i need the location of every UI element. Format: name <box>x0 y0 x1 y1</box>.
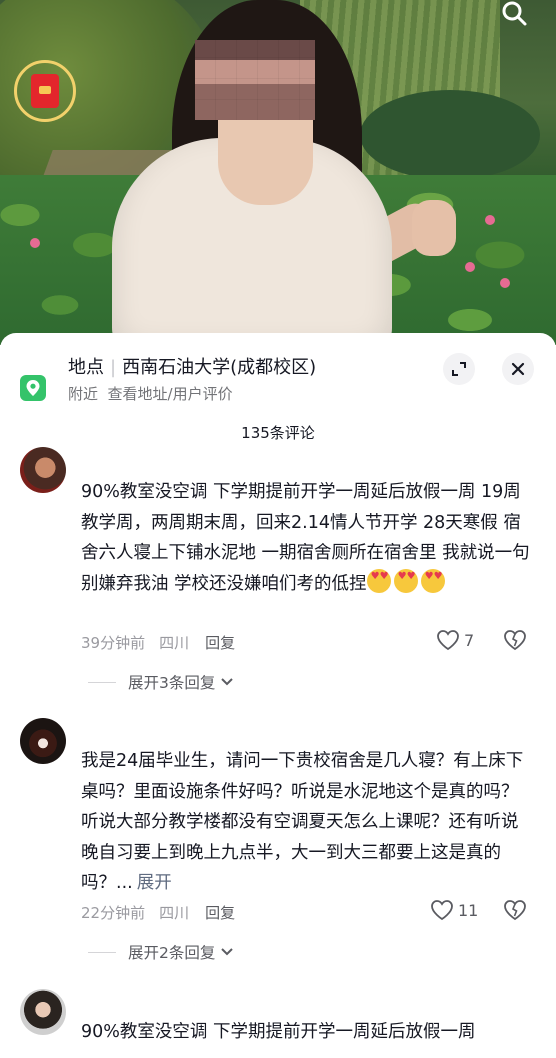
like-count: 11 <box>458 900 479 920</box>
comment-count: 135条评论 <box>241 424 315 442</box>
lotus-flower <box>30 238 40 248</box>
like-button[interactable]: 7 <box>436 629 474 651</box>
close-button[interactable] <box>502 353 534 385</box>
dislike-button[interactable] <box>503 629 527 655</box>
close-icon <box>511 362 525 376</box>
reply-button[interactable]: 回复 <box>205 634 235 652</box>
broken-heart-icon <box>504 630 526 651</box>
avatar[interactable] <box>20 718 66 764</box>
comment-region: 四川 <box>159 634 190 652</box>
expand-replies-button[interactable]: 展开2条回复 <box>88 941 235 963</box>
expand-replies-label: 展开3条回复 <box>128 674 216 692</box>
lotus-flower <box>500 278 510 288</box>
location-subtitle[interactable]: 附近 查看地址/用户评价 <box>68 383 233 404</box>
emoji-group <box>366 568 448 594</box>
blurred-face <box>195 40 315 120</box>
comment-meta: 39分钟前 四川 回复 <box>81 632 235 653</box>
like-button[interactable]: 11 <box>430 899 478 921</box>
divider-line <box>88 681 116 683</box>
expand-text-button[interactable]: 展开 <box>137 873 172 893</box>
red-envelope-icon <box>31 74 59 108</box>
person-hand <box>412 200 456 256</box>
divider-line <box>88 951 116 953</box>
heart-eyes-emoji <box>366 568 391 593</box>
comment-meta: 22分钟前 四川 回复 <box>81 902 235 923</box>
location-pin-icon <box>20 375 46 401</box>
search-button[interactable] <box>494 0 534 28</box>
location-bar[interactable]: 地点 | 西南石油大学(成都校区) 附近 查看地址/用户评价 <box>0 347 556 407</box>
comment-region: 四川 <box>159 904 190 922</box>
location-label: 地点 <box>68 357 104 378</box>
heart-eyes-emoji <box>420 568 445 593</box>
red-packet-button[interactable] <box>14 60 76 122</box>
like-count: 7 <box>464 630 475 650</box>
dislike-button[interactable] <box>503 899 527 925</box>
avatar[interactable] <box>20 447 66 493</box>
comment-sheet: 地点 | 西南石油大学(成都校区) 附近 查看地址/用户评价 135条评论 90%教… <box>0 333 556 1058</box>
lotus-flower <box>465 262 475 272</box>
location-name: 西南石油大学(成都校区) <box>122 357 317 378</box>
expand-button[interactable] <box>443 353 475 385</box>
heart-icon <box>437 630 459 651</box>
chevron-down-icon <box>221 678 234 686</box>
avatar[interactable] <box>20 989 66 1035</box>
expand-replies-button[interactable]: 展开3条回复 <box>88 671 235 693</box>
search-icon <box>502 1 527 26</box>
expand-replies-label: 展开2条回复 <box>128 944 216 962</box>
person-neck <box>218 110 313 205</box>
expand-icon <box>452 362 466 376</box>
chevron-down-icon <box>221 948 234 956</box>
lotus-flower <box>485 215 495 225</box>
location-title[interactable]: 地点 | 西南石油大学(成都校区) <box>68 353 316 379</box>
heart-icon <box>431 900 453 921</box>
comment-time: 22分钟前 <box>81 904 146 922</box>
broken-heart-icon <box>504 900 526 921</box>
heart-eyes-emoji <box>393 568 418 593</box>
comment-time: 39分钟前 <box>81 634 146 652</box>
reply-button[interactable]: 回复 <box>205 904 235 922</box>
comment-text: 90%教室没空调 下学期提前开学一周延后放假一周 19周教学周，两周期末周，回来… <box>81 477 531 599</box>
comment-text: 90%教室没空调 下学期提前开学一周延后放假一周 <box>81 1022 476 1042</box>
bush <box>360 90 540 180</box>
video-background[interactable] <box>0 0 556 345</box>
comment-text: 我是24届毕业生，请问一下贵校宿舍是几人寝？有上床下桌吗？里面设施条件好吗？听说… <box>81 751 524 893</box>
